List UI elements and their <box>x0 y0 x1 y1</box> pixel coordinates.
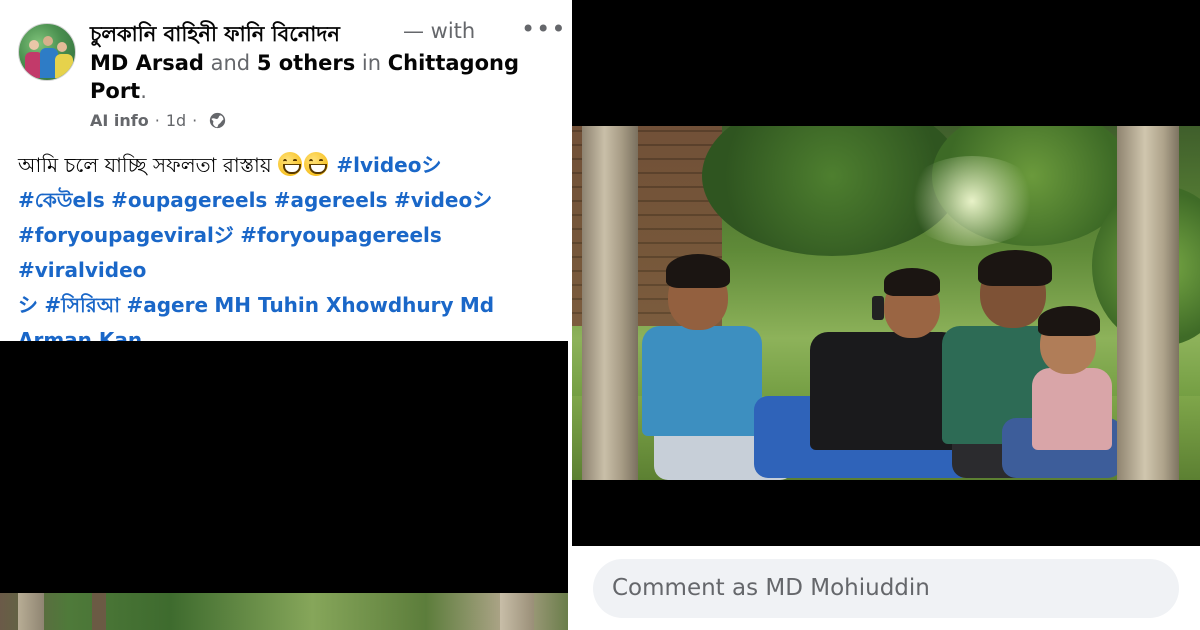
video-player[interactable] <box>0 341 568 593</box>
video-frame[interactable] <box>572 126 1200 480</box>
hashtag-link[interactable]: #foryoupageviralジ <box>18 223 234 247</box>
video-thumbnail-strip <box>0 593 568 630</box>
hashtag-link[interactable]: #agere <box>126 293 208 317</box>
post-caption: আমি চলে যাচ্ছি সফলতা রাস্তায় #lvideoシ #… <box>18 148 548 358</box>
with-label: — with <box>403 19 476 43</box>
period: . <box>140 79 147 103</box>
meta-separator-2: · <box>192 111 198 130</box>
hashtag-link[interactable]: #viralvideo <box>18 258 146 282</box>
page-avatar[interactable] <box>18 23 76 81</box>
hashtag-link[interactable]: #oupagereels <box>111 188 267 212</box>
in-label: in <box>355 51 388 75</box>
caption-text: আমি চলে যাচ্ছি সফলতা রাস্তায় <box>18 153 278 177</box>
more-options-icon[interactable]: ••• <box>521 17 565 46</box>
tagged-user-link[interactable]: MD Arsad <box>90 51 204 75</box>
and-label: and <box>203 51 257 75</box>
comment-input[interactable]: Comment as MD Mohiuddin <box>593 559 1179 618</box>
post-meta: AI info · 1d · <box>90 111 226 130</box>
location-link[interactable]: Chittagong <box>388 51 519 75</box>
location-link-cont[interactable]: Port <box>90 79 140 103</box>
hashtag-link[interactable]: #agereels <box>274 188 388 212</box>
hashtag-link[interactable]: #foryoupagereels <box>240 223 442 247</box>
others-link[interactable]: 5 others <box>257 51 355 75</box>
hashtag-link[interactable]: #videoシ <box>394 188 492 212</box>
grinning-squinting-face-emoji-icon <box>277 152 302 176</box>
location-line-2: Port. <box>90 79 147 103</box>
hashtag-link[interactable]: #lvideoシ <box>336 153 441 177</box>
post-panel: চুলকানি বাহিনী ফানি বিনোদন — with ••• MD… <box>0 0 568 630</box>
hashtag-link[interactable]: #কেউels <box>18 188 105 212</box>
tagged-name-link[interactable]: Md <box>460 293 494 317</box>
timestamp[interactable]: 1d <box>166 111 186 130</box>
meta-separator: · <box>154 111 160 130</box>
video-panel: Comment as MD Mohiuddin <box>572 0 1200 630</box>
grinning-squinting-face-emoji-icon <box>303 152 328 176</box>
comment-bar: Comment as MD Mohiuddin <box>572 546 1200 630</box>
tree-trunk-right <box>1117 126 1179 480</box>
tagged-name-link[interactable]: MH Tuhin Xhowdhury <box>214 293 453 317</box>
globe-icon <box>210 112 226 129</box>
tagged-line: MD Arsad and 5 others in Chittagong <box>90 51 519 75</box>
hashtag-link[interactable]: #সিরিআ <box>44 293 120 317</box>
page-name[interactable]: চুলকানি বাহিনী ফানি বিনোদন <box>90 18 340 53</box>
hashtag-link[interactable]: シ <box>18 293 38 317</box>
tree-trunk-left <box>582 126 638 480</box>
ai-info-link[interactable]: AI info <box>90 111 149 130</box>
